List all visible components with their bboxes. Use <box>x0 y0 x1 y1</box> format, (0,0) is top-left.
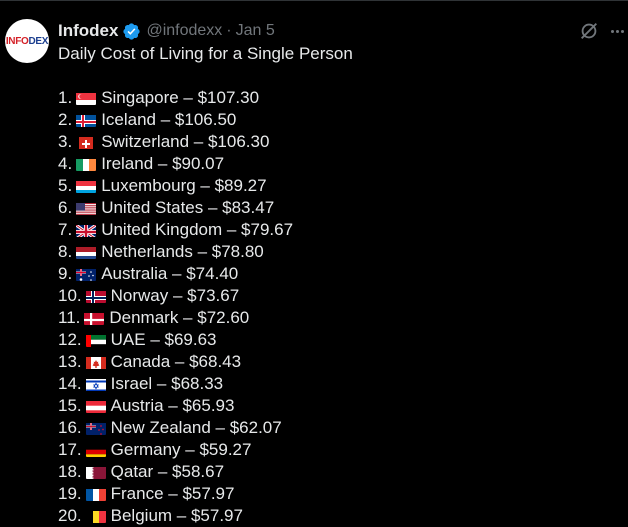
no-flag-icon <box>85 289 106 303</box>
rank-number: 18. <box>58 462 82 481</box>
header-separator: · <box>226 22 232 39</box>
rank-number: 10. <box>58 286 82 305</box>
list-item: 14. Israel – $68.33 <box>58 373 293 395</box>
tweet-text: Daily Cost of Living for a Single Person <box>58 44 353 63</box>
country-cost-label: New Zealand – $62.07 <box>110 418 282 437</box>
list-item: 12. UAE – $69.63 <box>58 329 293 351</box>
list-item: 16. New Zealand – $62.07 <box>58 417 293 439</box>
rank-number: 19. <box>58 484 82 503</box>
rank-number: 3. <box>58 132 73 151</box>
list-item: 11. Denmark – $72.60 <box>58 307 293 329</box>
more-dot <box>610 29 614 33</box>
rank-number: 7. <box>58 220 73 239</box>
rank-number: 15. <box>58 396 82 415</box>
ch-flag-icon <box>76 135 96 149</box>
list-item: 4. Ireland – $90.07 <box>58 153 293 175</box>
country-cost-label: Israel – $68.33 <box>110 374 224 393</box>
rank-number: 8. <box>58 242 73 261</box>
rank-number: 1. <box>58 88 73 107</box>
gb-flag-icon <box>76 223 97 237</box>
ae-flag-icon <box>85 333 106 347</box>
avatar-logo-text-2: DEX <box>28 35 49 47</box>
rank-number: 9. <box>58 264 73 283</box>
list-item: 20. Belgium – $57.97 <box>58 505 293 527</box>
list-item: 15. Austria – $65.93 <box>58 395 293 417</box>
list-item: 3. Switzerland – $106.30 <box>58 131 293 153</box>
list-item: 7. United Kingdom – $79.67 <box>58 219 293 241</box>
list-item: 13. Canada – $68.43 <box>58 351 293 373</box>
list-item: 1. Singapore – $107.30 <box>58 87 293 109</box>
grok-icon[interactable] <box>578 20 600 42</box>
rank-number: 2. <box>58 110 73 129</box>
avatar-logo-text: INFO <box>5 35 29 47</box>
country-cost-label: UAE – $69.63 <box>110 330 217 349</box>
list-item: 19. France – $57.97 <box>58 483 293 505</box>
country-cost-label: Norway – $73.67 <box>110 286 240 305</box>
country-cost-label: Qatar – $58.67 <box>110 462 225 481</box>
tweet-date[interactable]: Jan 5 <box>236 22 275 40</box>
rank-number: 12. <box>58 330 82 349</box>
country-cost-label: Luxembourg – $89.27 <box>101 176 267 195</box>
country-cost-label: Denmark – $72.60 <box>109 308 250 327</box>
author-handle[interactable]: @infodexx <box>146 22 222 40</box>
list-item: 6. United States – $83.47 <box>58 197 293 219</box>
country-cost-label: Canada – $68.43 <box>110 352 242 371</box>
lu-flag-icon <box>76 179 97 193</box>
at-flag-icon <box>85 399 106 413</box>
list-item: 2. Iceland – $106.50 <box>58 109 293 131</box>
il-flag-icon <box>85 377 106 391</box>
rank-number: 14. <box>58 374 82 393</box>
list-item: 5. Luxembourg – $89.27 <box>58 175 293 197</box>
us-flag-icon <box>76 201 97 215</box>
more-options-icon[interactable] <box>606 20 628 42</box>
country-cost-label: Germany – $59.27 <box>110 440 252 459</box>
ranking-list: 1. Singapore – $107.30 2. Iceland – $106.50… <box>58 87 293 527</box>
top-divider <box>0 0 628 1</box>
ie-flag-icon <box>76 157 97 171</box>
more-dot <box>620 29 624 33</box>
country-cost-label: Austria – $65.93 <box>110 396 235 415</box>
nl-flag-icon <box>76 245 97 259</box>
nz-flag-icon <box>85 421 106 435</box>
list-item: 17. Germany – $59.27 <box>58 439 293 461</box>
country-cost-label: Australia – $74.40 <box>101 264 239 283</box>
country-cost-label: Belgium – $57.97 <box>110 506 243 525</box>
rank-number: 4. <box>58 154 73 173</box>
rank-number: 11. <box>58 308 81 327</box>
rank-number: 5. <box>58 176 73 195</box>
country-cost-label: Netherlands – $78.80 <box>101 242 264 261</box>
list-item: 9. Australia – $74.40 <box>58 263 293 285</box>
sg-flag-icon <box>76 91 97 105</box>
fr-flag-icon <box>85 487 106 501</box>
ca-flag-icon <box>85 355 106 369</box>
tweet-header: Infodex @infodexx · Jan 5 <box>58 20 275 42</box>
list-item: 18. Qatar – $58.67 <box>58 461 293 483</box>
more-dot <box>615 29 619 33</box>
rank-number: 16. <box>58 418 82 437</box>
country-cost-label: Singapore – $107.30 <box>101 88 260 107</box>
country-cost-label: France – $57.97 <box>110 484 235 503</box>
rank-number: 13. <box>58 352 82 371</box>
country-cost-label: United States – $83.47 <box>101 198 275 217</box>
qa-flag-icon <box>85 465 106 479</box>
is-flag-icon <box>76 113 97 127</box>
rank-number: 17. <box>58 440 82 459</box>
rank-number: 20. <box>58 506 82 525</box>
be-flag-icon <box>85 509 106 523</box>
country-cost-label: Switzerland – $106.30 <box>101 132 270 151</box>
author-display-name[interactable]: Infodex <box>58 21 118 41</box>
rank-number: 6. <box>58 198 73 217</box>
list-item: 8. Netherlands – $78.80 <box>58 241 293 263</box>
au-flag-icon <box>76 267 97 281</box>
list-item: 10. Norway – $73.67 <box>58 285 293 307</box>
country-cost-label: United Kingdom – $79.67 <box>101 220 294 239</box>
dk-flag-icon <box>84 311 105 325</box>
avatar[interactable]: INFO DEX <box>5 19 49 63</box>
country-cost-label: Iceland – $106.50 <box>101 110 237 129</box>
verified-badge-icon[interactable] <box>122 22 141 41</box>
de-flag-icon <box>85 443 106 457</box>
country-cost-label: Ireland – $90.07 <box>101 154 225 173</box>
